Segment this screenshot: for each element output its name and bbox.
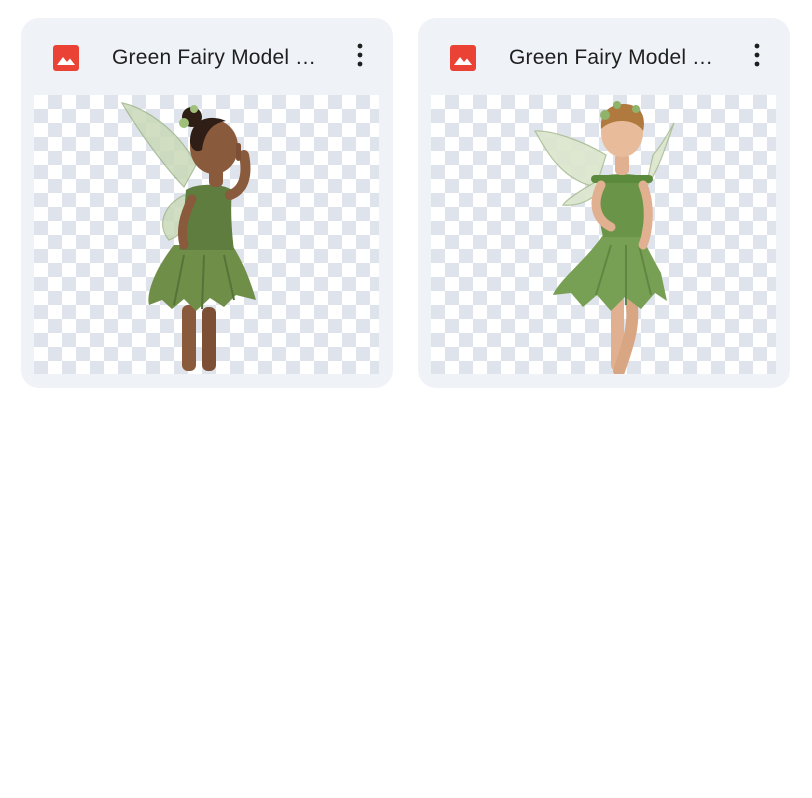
more-options-button[interactable] <box>341 38 379 76</box>
file-card-header[interactable]: Green Fairy Model Transparent Background… <box>21 18 393 95</box>
fairy-side-illustration <box>120 102 256 371</box>
file-grid: Green Fairy Model Transparent Background… <box>0 0 812 798</box>
fairy-front-illustration <box>533 101 675 374</box>
file-thumbnail[interactable] <box>431 95 776 374</box>
file-title[interactable]: Green Fairy Model Transparent Background… <box>112 42 324 74</box>
file-title[interactable]: Green Fairy Model Transparent Background… <box>509 42 721 74</box>
image-icon <box>450 45 476 71</box>
file-card-header[interactable]: Green Fairy Model Transparent Background… <box>418 18 790 95</box>
file-card[interactable]: Green Fairy Model Transparent Background… <box>418 18 790 388</box>
file-thumbnail[interactable] <box>34 95 379 374</box>
image-icon <box>53 45 79 71</box>
more-vert-icon <box>754 43 760 72</box>
more-options-button[interactable] <box>738 38 776 76</box>
more-vert-icon <box>357 43 363 72</box>
file-card[interactable]: Green Fairy Model Transparent Background… <box>21 18 393 388</box>
